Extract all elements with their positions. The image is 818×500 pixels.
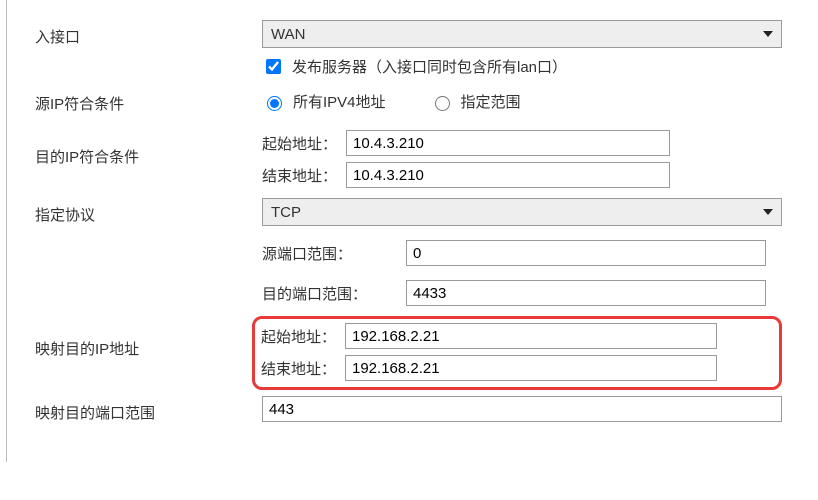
label-map-ip: 映射目的IP地址 [7,316,262,359]
row-map-ip: 映射目的IP地址 起始地址： 结束地址： [7,316,808,390]
label-map-port: 映射目的端口范围 [7,396,262,423]
row-in-interface: 入接口 WAN 发布服务器（入接口同时包含所有lan口） [7,20,808,77]
publish-server-label: 发布服务器（入接口同时包含所有lan口） [292,56,567,77]
map-ip-end-label: 结束地址： [261,358,345,379]
dst-ip-end-row: 结束地址： [262,162,788,188]
dst-ip-start-row: 起始地址： [262,130,788,156]
nat-rule-panel: 入接口 WAN 发布服务器（入接口同时包含所有lan口） 源IP符合条件 所有I… [6,0,808,462]
chevron-down-icon [763,209,773,215]
map-port-input[interactable] [262,396,782,422]
row-dst-ip: 目的IP符合条件 起始地址： 结束地址： [7,124,808,188]
src-ip-range-radio[interactable] [435,96,450,111]
in-interface-select[interactable]: WAN [262,20,782,48]
src-port-input[interactable] [406,240,766,266]
publish-server-checkbox[interactable] [266,59,281,74]
dst-port-input[interactable] [406,280,766,306]
row-map-port: 映射目的端口范围 [7,396,808,423]
src-ip-radio-group: 所有IPV4地址 指定范围 [262,87,788,112]
map-ip-start-row: 起始地址： [261,323,773,349]
label-src-ip: 源IP符合条件 [7,87,262,114]
map-ip-highlight: 起始地址： 结束地址： [252,316,782,390]
src-ip-range-option[interactable]: 指定范围 [430,91,521,112]
label-dst-ip: 目的IP符合条件 [7,124,262,167]
src-ip-range-label: 指定范围 [461,91,521,112]
map-ip-end-input[interactable] [345,355,717,381]
dst-ip-end-label: 结束地址： [262,165,346,186]
in-interface-value: WAN [271,26,763,43]
map-ip-start-input[interactable] [345,323,717,349]
src-ip-all-option[interactable]: 所有IPV4地址 [262,91,386,112]
protocol-value: TCP [271,204,763,221]
map-ip-end-row: 结束地址： [261,355,773,381]
src-ip-all-label: 所有IPV4地址 [293,91,386,112]
src-ip-all-radio[interactable] [267,96,282,111]
row-src-ip: 源IP符合条件 所有IPV4地址 指定范围 [7,87,808,114]
dst-ip-end-input[interactable] [346,162,670,188]
src-port-row: 源端口范围： [262,240,788,266]
map-ip-start-label: 起始地址： [261,326,345,347]
row-protocol: 指定协议 TCP 源端口范围： 目的端口范围： [7,198,808,306]
protocol-select[interactable]: TCP [262,198,782,226]
dst-ip-start-label: 起始地址： [262,133,346,154]
src-port-label: 源端口范围： [262,243,406,264]
label-in-interface: 入接口 [7,20,262,47]
dst-port-label: 目的端口范围： [262,283,406,304]
chevron-down-icon [763,31,773,37]
publish-server-line: 发布服务器（入接口同时包含所有lan口） [262,56,788,77]
dst-ip-start-input[interactable] [346,130,670,156]
dst-port-row: 目的端口范围： [262,280,788,306]
label-protocol: 指定协议 [7,198,262,225]
